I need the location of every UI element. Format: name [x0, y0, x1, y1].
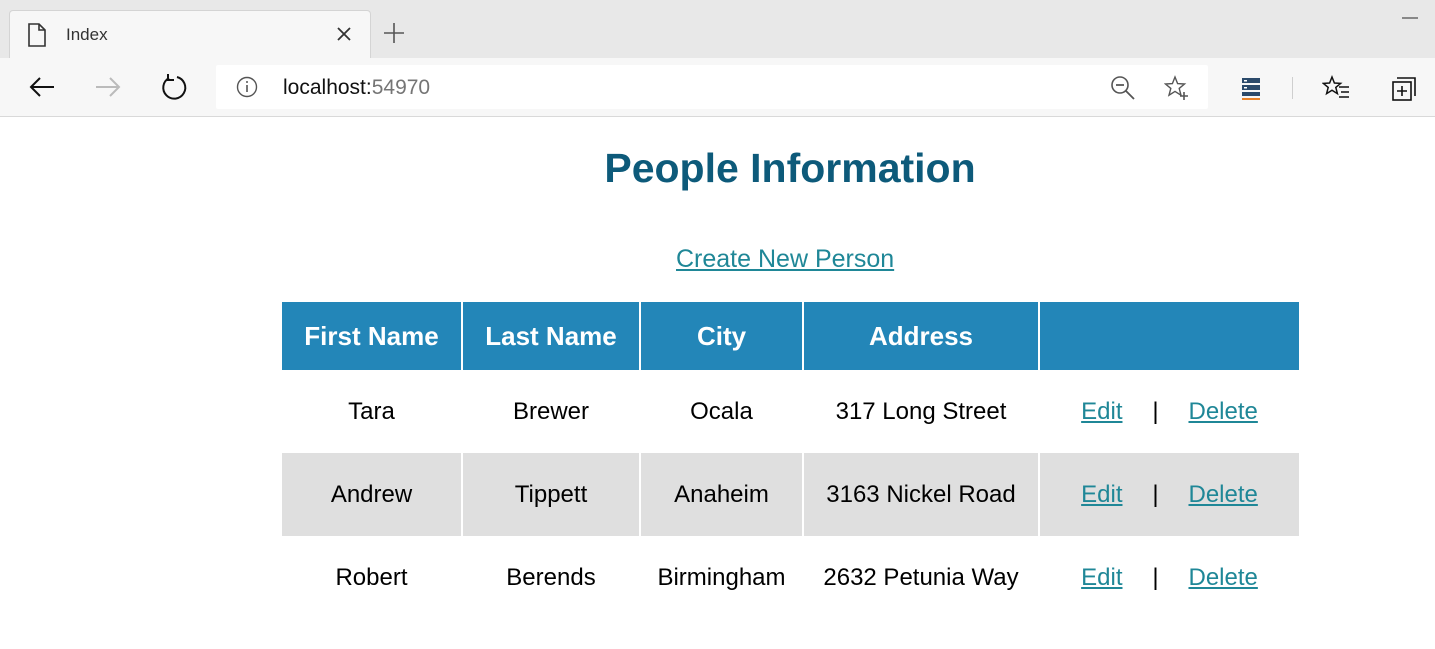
page-title: People Information [604, 145, 976, 191]
cell-last-name: Brewer [462, 370, 641, 453]
delete-link[interactable]: Delete [1188, 481, 1257, 508]
action-separator: | [1152, 563, 1159, 591]
page-content: People Information Create New Person Fir… [0, 117, 1435, 649]
close-icon[interactable] [336, 26, 352, 42]
delete-link[interactable]: Delete [1188, 398, 1257, 425]
people-table: First Name Last Name City Address Tara B… [282, 302, 1299, 619]
cell-address: 3163 Nickel Road [803, 453, 1040, 536]
cell-address: 317 Long Street [803, 370, 1040, 453]
action-separator: | [1152, 480, 1159, 508]
action-separator: | [1152, 397, 1159, 425]
browser-tab[interactable]: Index [10, 11, 370, 58]
cell-last-name: Tippett [462, 453, 641, 536]
toolbar-divider [1292, 77, 1293, 99]
create-new-person-link[interactable]: Create New Person [676, 245, 894, 274]
cell-actions: Edit | Delete [1039, 370, 1299, 453]
header-actions [1039, 302, 1299, 370]
page-icon [28, 23, 46, 47]
cell-city: Anaheim [640, 453, 804, 536]
cell-last-name: Berends [462, 536, 641, 619]
cell-actions: Edit | Delete [1039, 453, 1299, 536]
delete-link[interactable]: Delete [1188, 564, 1257, 591]
table-row: Andrew Tippett Anaheim 3163 Nickel Road … [282, 453, 1299, 536]
table-row: Tara Brewer Ocala 317 Long Street Edit | D… [282, 370, 1299, 453]
zoom-out-icon[interactable] [1110, 75, 1136, 101]
minimize-icon[interactable] [1402, 17, 1418, 19]
edit-link[interactable]: Edit [1081, 564, 1122, 591]
cell-first-name: Andrew [282, 453, 463, 536]
url-text[interactable]: localhost:54970 [283, 76, 430, 100]
cell-actions: Edit | Delete [1039, 536, 1299, 619]
tab-strip: Index [0, 0, 1435, 58]
header-last-name: Last Name [462, 302, 641, 370]
url-port: 54970 [371, 76, 431, 99]
table-row: Robert Berends Birmingham 2632 Petunia W… [282, 536, 1299, 619]
info-icon[interactable] [236, 76, 258, 98]
edit-link[interactable]: Edit [1081, 481, 1122, 508]
header-first-name: First Name [282, 302, 463, 370]
tab-title: Index [66, 25, 108, 44]
cell-address: 2632 Petunia Way [803, 536, 1040, 619]
server-stack-icon[interactable] [1237, 74, 1265, 102]
header-address: Address [803, 302, 1040, 370]
cell-city: Ocala [640, 370, 804, 453]
forward-arrow-icon[interactable] [94, 73, 122, 101]
back-arrow-icon[interactable] [28, 73, 56, 101]
address-bar[interactable]: localhost:54970 [216, 65, 1208, 109]
add-favorite-star-icon[interactable] [1164, 75, 1190, 101]
url-host: localhost: [283, 76, 372, 99]
favorites-icon[interactable] [1322, 74, 1350, 102]
cell-first-name: Robert [282, 536, 463, 619]
collections-icon[interactable] [1389, 74, 1417, 102]
edit-link[interactable]: Edit [1081, 398, 1122, 425]
cell-first-name: Tara [282, 370, 463, 453]
cell-city: Birmingham [640, 536, 804, 619]
browser-toolbar: localhost:54970 [0, 58, 1435, 117]
table-header-row: First Name Last Name City Address [282, 302, 1299, 370]
refresh-icon[interactable] [160, 73, 188, 101]
header-city: City [640, 302, 804, 370]
new-tab-icon[interactable] [383, 22, 405, 44]
